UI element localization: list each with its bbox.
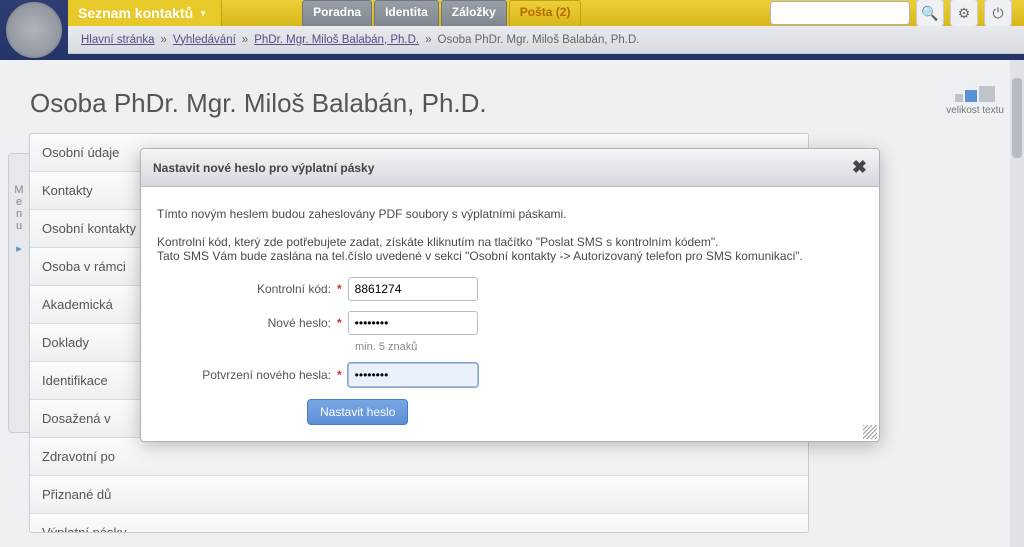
tab-poradna[interactable]: Poradna: [302, 0, 372, 26]
submit-button[interactable]: Nastavit heslo: [307, 399, 408, 425]
confirm-label: Potvrzení nového hesla:: [157, 368, 337, 382]
search-button[interactable]: 🔍: [916, 0, 944, 27]
topbar: Seznam kontaktů ▼ Poradna Identita Zálož…: [0, 0, 1024, 60]
app-logo: [6, 2, 62, 58]
main-tab-contacts[interactable]: Seznam kontaktů ▼: [68, 0, 222, 26]
power-icon: ⏻: [992, 5, 1003, 22]
breadcrumb: Hlavní stránka » Vyhledávání » PhDr. Mgr…: [68, 26, 1024, 54]
password-dialog: Nastavit nové heslo pro výplatní pásky ✖…: [140, 148, 880, 442]
logout-button[interactable]: ⏻: [984, 0, 1012, 27]
yellow-strip: Seznam kontaktů ▼ Poradna Identita Zálož…: [68, 0, 1024, 26]
tab-row[interactable]: Zdravotní po: [30, 438, 808, 476]
dialog-title-text: Nastavit nové heslo pro výplatní pásky: [153, 161, 374, 175]
dialog-intro: Tímto novým heslem budou zaheslovány PDF…: [157, 207, 863, 221]
required-mark: *: [337, 316, 342, 330]
password-input[interactable]: [348, 311, 478, 335]
tab-row[interactable]: Přiznané dů: [30, 476, 808, 514]
required-mark: *: [337, 282, 342, 296]
code-input[interactable]: [348, 277, 478, 301]
main-tab-label: Seznam kontaktů: [78, 5, 193, 21]
breadcrumb-tail: Osoba PhDr. Mgr. Miloš Balabán, Ph.D.: [438, 34, 640, 46]
menu-handle[interactable]: Menu ▸: [8, 153, 30, 433]
dropdown-icon: ▼: [199, 9, 207, 18]
text-size-label: velikost textu: [946, 105, 1004, 116]
breadcrumb-person[interactable]: PhDr. Mgr. Miloš Balabán, Ph.D.: [254, 34, 419, 46]
tab-row[interactable]: Výplatní pásky: [30, 514, 808, 533]
search-input[interactable]: [770, 1, 910, 25]
close-icon[interactable]: ✖: [852, 157, 867, 178]
text-size-picker[interactable]: velikost textu: [946, 86, 1004, 116]
gear-icon: ⚙: [958, 5, 971, 22]
tab-zalozky[interactable]: Záložky: [441, 0, 507, 26]
dialog-para2: Kontrolní kód, který zde potřebujete zad…: [157, 235, 863, 263]
resize-handle[interactable]: [863, 425, 877, 439]
confirm-password-input[interactable]: [348, 363, 478, 387]
page-title: Osoba PhDr. Mgr. Miloš Balabán, Ph.D.: [30, 88, 994, 119]
scrollbar[interactable]: [1010, 60, 1024, 547]
scrollbar-thumb[interactable]: [1012, 78, 1022, 158]
breadcrumb-search[interactable]: Vyhledávání: [173, 34, 236, 46]
tab-posta[interactable]: Pošta (2): [509, 0, 582, 26]
breadcrumb-home[interactable]: Hlavní stránka: [81, 34, 155, 46]
password-label: Nové heslo:: [157, 316, 337, 330]
mini-tabs: Poradna Identita Záložky Pošta (2): [302, 0, 583, 26]
tab-identita[interactable]: Identita: [374, 0, 439, 26]
required-mark: *: [337, 368, 342, 382]
dialog-titlebar[interactable]: Nastavit nové heslo pro výplatní pásky ✖: [141, 149, 879, 187]
password-hint: min. 5 znaků: [355, 341, 863, 353]
code-label: Kontrolní kód:: [157, 282, 337, 296]
search-icon: 🔍: [921, 5, 938, 22]
settings-button[interactable]: ⚙: [950, 0, 978, 27]
